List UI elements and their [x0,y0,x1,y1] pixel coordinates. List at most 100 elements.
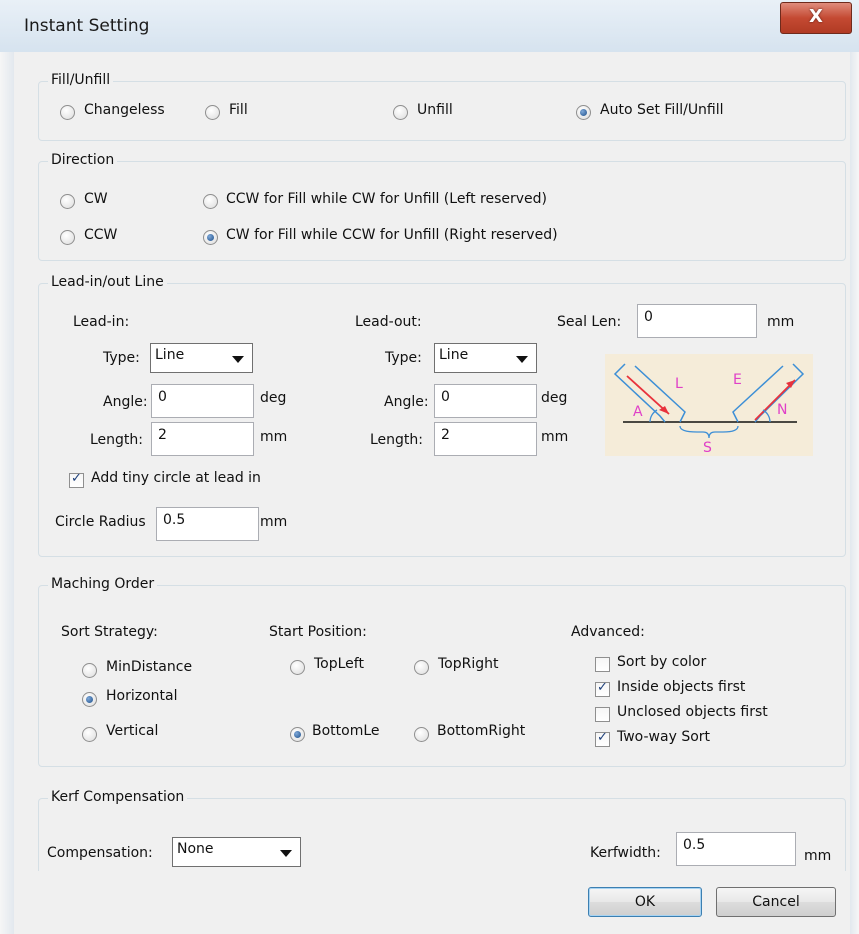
sort-by-color-checkbox[interactable] [595,657,610,672]
diagram-seal-brace [679,425,739,439]
window-frame-right [850,52,859,934]
radio-unfill-label: Unfill [417,102,453,118]
direction-legend: Direction [48,152,118,168]
radio-cw[interactable] [60,194,75,209]
lead-out-angle-input[interactable]: 0 [434,384,537,418]
radio-bottom-left-label: BottomLe [312,723,380,739]
seal-len-unit: mm [767,314,795,330]
close-icon: X [809,6,823,27]
circle-radius-unit: mm [260,514,288,530]
radio-ccw[interactable] [60,230,75,245]
sort-strategy-label: Sort Strategy: [61,624,158,640]
lead-in-length-unit: mm [260,429,288,445]
lead-in-title: Lead-in: [73,314,130,330]
kerfwidth-unit: mm [804,848,832,864]
compensation-value: None [177,841,214,857]
radio-ccw-label: CCW [84,227,118,243]
radio-horizontal[interactable] [82,692,97,707]
maching-order-legend: Maching Order [48,576,158,592]
inside-objects-first-checkbox[interactable] [595,680,610,697]
radio-unfill[interactable] [393,105,408,120]
kerf-compensation-legend: Kerf Compensation [48,789,188,805]
lead-out-length-input[interactable]: 2 [434,422,537,456]
radio-top-right-label: TopRight [438,656,499,672]
lead-in-type-select[interactable]: Line [150,343,253,373]
chevron-down-icon [516,356,528,363]
radio-top-left-label: TopLeft [314,656,364,672]
compensation-select[interactable]: None [172,837,301,867]
radio-bottom-left[interactable] [290,727,305,742]
diagram-label-l: L [675,376,683,392]
ok-button[interactable]: OK [588,887,702,917]
lead-out-title: Lead-out: [355,314,422,330]
lead-in-out-diagram: L E A N S [605,354,813,456]
sort-by-color-label: Sort by color [617,654,707,670]
radio-changeless-label: Changeless [84,102,165,118]
lead-out-length-label: Length: [370,432,424,448]
lead-out-type-label: Type: [385,350,422,366]
radio-vertical[interactable] [82,727,97,742]
radio-vertical-label: Vertical [106,723,159,739]
radio-fill[interactable] [205,105,220,120]
lead-in-angle-label: Angle: [103,394,148,410]
radio-auto-set-fill-unfill-label: Auto Set Fill/Unfill [600,102,724,118]
diagram-label-s: S [703,440,712,456]
unclosed-objects-first-checkbox[interactable] [595,707,610,722]
lead-out-angle-unit: deg [541,390,568,406]
radio-top-right[interactable] [414,660,429,675]
inside-objects-first-label: Inside objects first [617,679,746,695]
cancel-button[interactable]: Cancel [716,887,836,917]
radio-cw-fill-ccw-unfill[interactable] [203,230,218,245]
lead-out-length-unit: mm [541,429,569,445]
kerfwidth-input[interactable]: 0.5 [676,832,796,866]
radio-fill-label: Fill [229,102,248,118]
seal-len-input[interactable]: 0 [637,304,757,338]
lead-in-type-label: Type: [103,350,140,366]
maching-order-group [38,585,846,767]
two-way-sort-checkbox[interactable] [595,730,610,747]
unclosed-objects-first-label: Unclosed objects first [617,704,768,720]
radio-top-left[interactable] [290,660,305,675]
circle-radius-input[interactable]: 0.5 [156,507,259,541]
direction-group [38,161,846,261]
lead-in-type-value: Line [155,347,185,363]
radio-auto-set-fill-unfill[interactable] [576,105,591,120]
window-title: Instant Setting [24,16,150,36]
chevron-down-icon [280,850,292,857]
lead-out-angle-label: Angle: [384,394,429,410]
radio-ccw-fill-cw-unfill-label: CCW for Fill while CW for Unfill (Left r… [226,191,548,207]
fill-unfill-legend: Fill/Unfill [48,72,114,88]
diagram-label-n: N [777,402,787,418]
radio-bottom-right-label: BottomRight [437,723,526,739]
diagram-label-e: E [733,372,742,388]
lead-in-angle-input[interactable]: 0 [151,384,254,418]
lead-diagram-svg: L E A N S [613,363,805,456]
radio-cw-fill-ccw-unfill-label: CW for Fill while CCW for Unfill (Right … [226,227,558,243]
radio-ccw-fill-cw-unfill[interactable] [203,194,218,209]
two-way-sort-label: Two-way Sort [617,729,711,745]
start-position-label: Start Position: [269,624,367,640]
diagram-label-a: A [633,404,643,420]
radio-min-distance-label: MinDistance [106,659,193,675]
lead-out-type-value: Line [439,347,469,363]
radio-bottom-right[interactable] [414,727,429,742]
lead-in-out-legend: Lead-in/out Line [48,274,167,290]
radio-cw-label: CW [84,191,108,207]
advanced-label: Advanced: [571,624,645,640]
add-tiny-circle-label: Add tiny circle at lead in [91,470,261,486]
radio-horizontal-label: Horizontal [106,688,178,704]
seal-len-label: Seal Len: [557,314,622,330]
lead-in-length-label: Length: [90,432,144,448]
kerfwidth-label: Kerfwidth: [590,845,661,861]
lead-in-angle-unit: deg [260,390,287,406]
chevron-down-icon [232,356,244,363]
circle-radius-label: Circle Radius [55,514,146,530]
window-frame-left [0,52,14,934]
lead-out-type-select[interactable]: Line [434,343,537,373]
lead-in-length-input[interactable]: 2 [151,422,254,456]
compensation-label: Compensation: [47,845,153,861]
radio-min-distance[interactable] [82,663,97,678]
radio-changeless[interactable] [60,105,75,120]
add-tiny-circle-checkbox[interactable] [69,471,84,488]
close-button[interactable]: X [780,2,852,34]
